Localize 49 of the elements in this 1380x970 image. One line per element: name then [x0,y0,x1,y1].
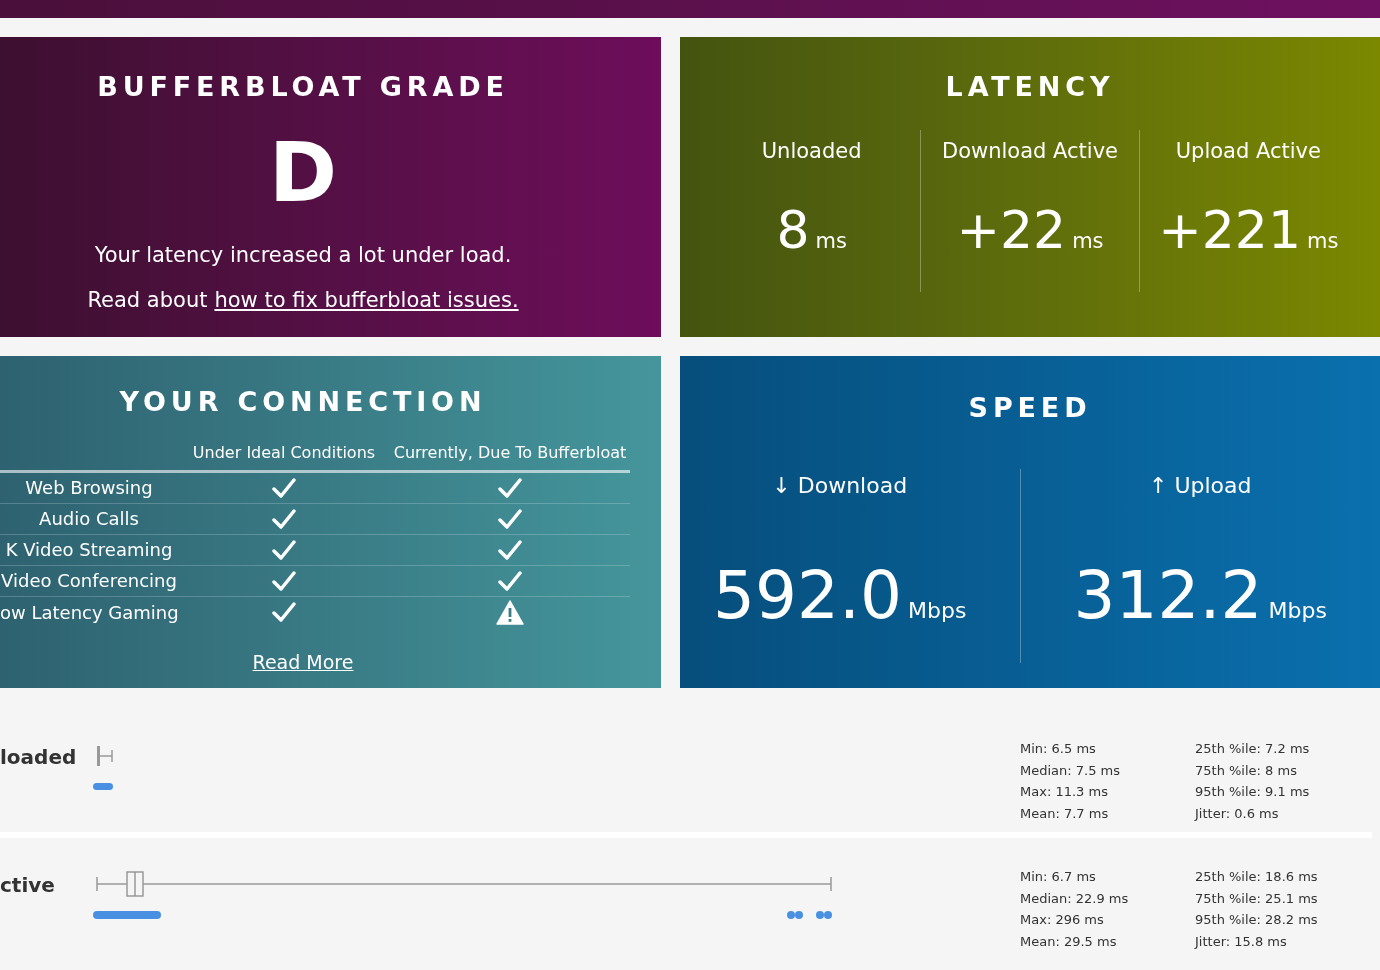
activity-label: Web Browsing [24,476,154,500]
speed-value: 592.0 [713,555,903,636]
latency-stat: 95th %ile: 28.2 ms [1195,911,1318,929]
latency-stat: Median: 7.5 ms [1020,761,1122,780]
latency-stat: 95th %ile: 9.1 ms [1195,783,1310,801]
link-prefix: Read about [87,287,208,314]
speed-label: ↑ Upload [1149,471,1252,500]
speed-value: 312.2 [1073,555,1263,636]
latency-value: +22 [956,199,1067,262]
latency-label: Unloaded [761,137,862,165]
activity-label: Audio Calls [38,507,140,531]
activity-label: ow Latency Gaming [0,600,178,625]
latency-stat: Min: 6.7 ms [1020,868,1097,886]
card-title: SPEED [968,391,1092,425]
speed-unit: Mbps [908,596,967,625]
latency-stat: Median: 22.9 ms [1020,889,1130,908]
card-title: YOUR CONNECTION [118,385,488,419]
column-header: Under Ideal Conditions [191,441,377,464]
latency-label: Download Active [941,137,1118,165]
latency-stat: Min: 6.5 ms [1020,740,1097,758]
latency-stat: 25th %ile: 18.6 ms [1195,868,1318,886]
speed-unit: Mbps [1268,596,1327,625]
latency-stat: 75th %ile: 25.1 ms [1195,889,1318,908]
latency-value: +221 [1158,199,1302,262]
speed-label: ↓ Download [772,471,908,500]
latency-stat: 25th %ile: 7.2 ms [1195,740,1310,758]
fix-bufferbloat-link[interactable]: how to fix bufferbloat issues. [214,285,519,317]
latency-stat: Max: 296 ms [1020,911,1105,929]
grade-letter: D [268,131,338,214]
activity-label: K Video Streaming [4,538,174,562]
latency-unit: ms [815,228,847,255]
column-header: Currently, Due To Bufferbloat [392,441,628,464]
activity-label: Video Conferencing [0,569,178,593]
latency-row-label: ctive [0,873,55,897]
latency-stat: Jitter: 15.8 ms [1195,932,1288,951]
latency-row-label: loaded [0,745,77,769]
latency-unit: ms [1072,228,1104,255]
grade-message: Your latency increased a lot under load. [94,241,512,269]
latency-stat: Jitter: 0.6 ms [1195,804,1280,823]
latency-stat: Max: 11.3 ms [1020,783,1109,801]
latency-unit: ms [1307,228,1339,255]
card-title: BUFFERBLOAT GRADE [97,70,509,104]
latency-label: Upload Active [1175,137,1321,165]
latency-value: 8 [776,199,810,262]
card-title: LATENCY [945,70,1115,104]
latency-stat: Mean: 29.5 ms [1020,932,1118,951]
latency-stat: 75th %ile: 8 ms [1195,761,1298,780]
latency-stat: Mean: 7.7 ms [1020,804,1110,823]
read-more-link[interactable]: Read More [252,647,354,676]
